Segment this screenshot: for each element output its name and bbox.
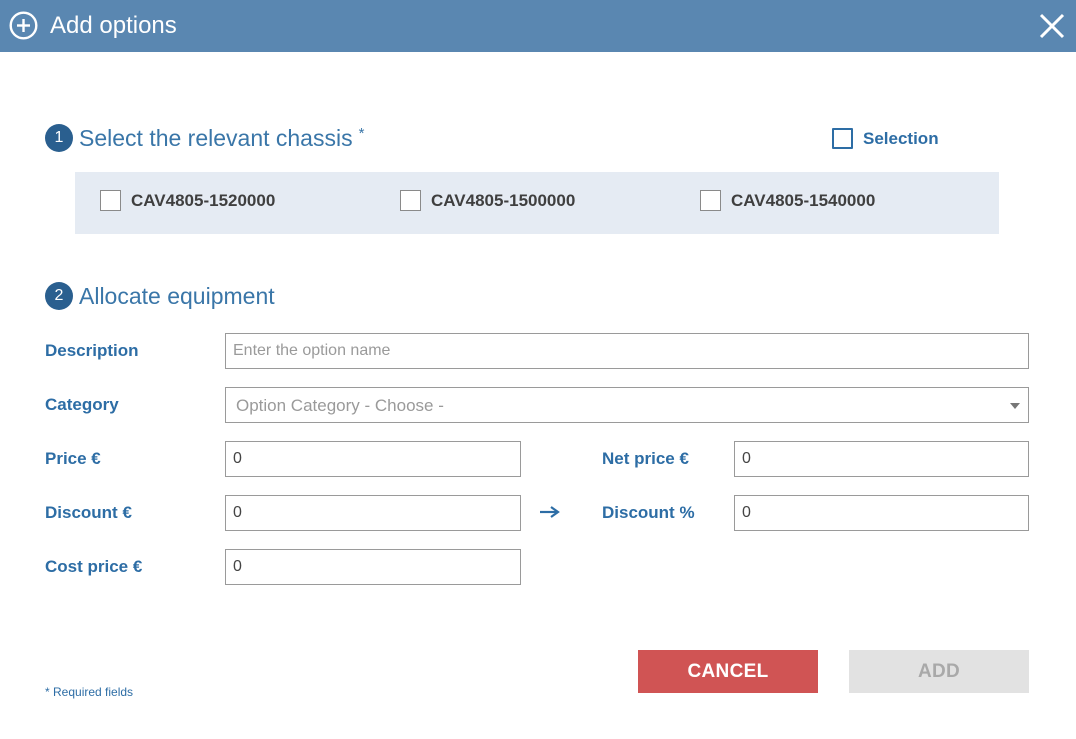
section-title-equipment: Allocate equipment [79, 282, 275, 309]
cost-price-label: Cost price € [45, 557, 143, 576]
cancel-button[interactable]: CANCEL [638, 650, 818, 693]
section-title-chassis: Select the relevant chassis [79, 124, 353, 151]
chassis-label: CAV4805-1540000 [731, 190, 876, 210]
checkbox-box[interactable] [400, 190, 421, 211]
section-chassis-heading: 1 Select the relevant chassis * [45, 123, 364, 153]
checkbox-box[interactable] [100, 190, 121, 211]
step-badge-1: 1 [45, 124, 73, 152]
discount-input[interactable] [225, 495, 521, 531]
description-input[interactable] [225, 333, 1029, 369]
discount-label: Discount € [45, 503, 132, 522]
add-button[interactable]: ADD [849, 650, 1029, 693]
selection-checkbox-box[interactable] [832, 128, 853, 149]
cost-price-input[interactable] [225, 549, 521, 585]
net-price-label: Net price € [602, 449, 689, 468]
required-marker: * [358, 124, 365, 142]
add-options-dialog: Add options 1 Select the relevant chassi… [0, 0, 1076, 739]
chassis-checkbox-item[interactable]: CAV4805-1520000 [100, 190, 275, 211]
chevron-down-icon [1010, 403, 1020, 409]
discount-percent-input[interactable] [734, 495, 1029, 531]
category-select-value: Option Category - Choose - [236, 396, 444, 415]
arrow-right-icon [540, 506, 560, 518]
chassis-checkbox-item[interactable]: CAV4805-1500000 [400, 190, 575, 211]
category-select[interactable]: Option Category - Choose - [225, 387, 1029, 423]
close-icon[interactable] [1037, 11, 1067, 41]
chassis-list: CAV4805-1520000 CAV4805-1500000 CAV4805-… [75, 172, 999, 234]
plus-circle-icon [9, 11, 38, 40]
category-label: Category [45, 395, 119, 414]
chassis-label: CAV4805-1520000 [131, 190, 276, 210]
description-label: Description [45, 341, 139, 360]
dialog-title: Add options [50, 12, 177, 39]
selection-label: Selection [863, 128, 939, 148]
step-badge-2: 2 [45, 282, 73, 310]
checkbox-box[interactable] [700, 190, 721, 211]
dialog-header: Add options [0, 0, 1076, 52]
required-fields-note: * Required fields [45, 685, 134, 699]
price-input[interactable] [225, 441, 521, 477]
selection-checkbox[interactable]: Selection [832, 128, 939, 149]
net-price-input[interactable] [734, 441, 1029, 477]
price-label: Price € [45, 449, 101, 468]
discount-percent-label: Discount % [602, 503, 695, 522]
section-equipment-heading: 2 Allocate equipment [45, 281, 275, 311]
chassis-checkbox-item[interactable]: CAV4805-1540000 [700, 190, 875, 211]
chassis-label: CAV4805-1500000 [431, 190, 576, 210]
